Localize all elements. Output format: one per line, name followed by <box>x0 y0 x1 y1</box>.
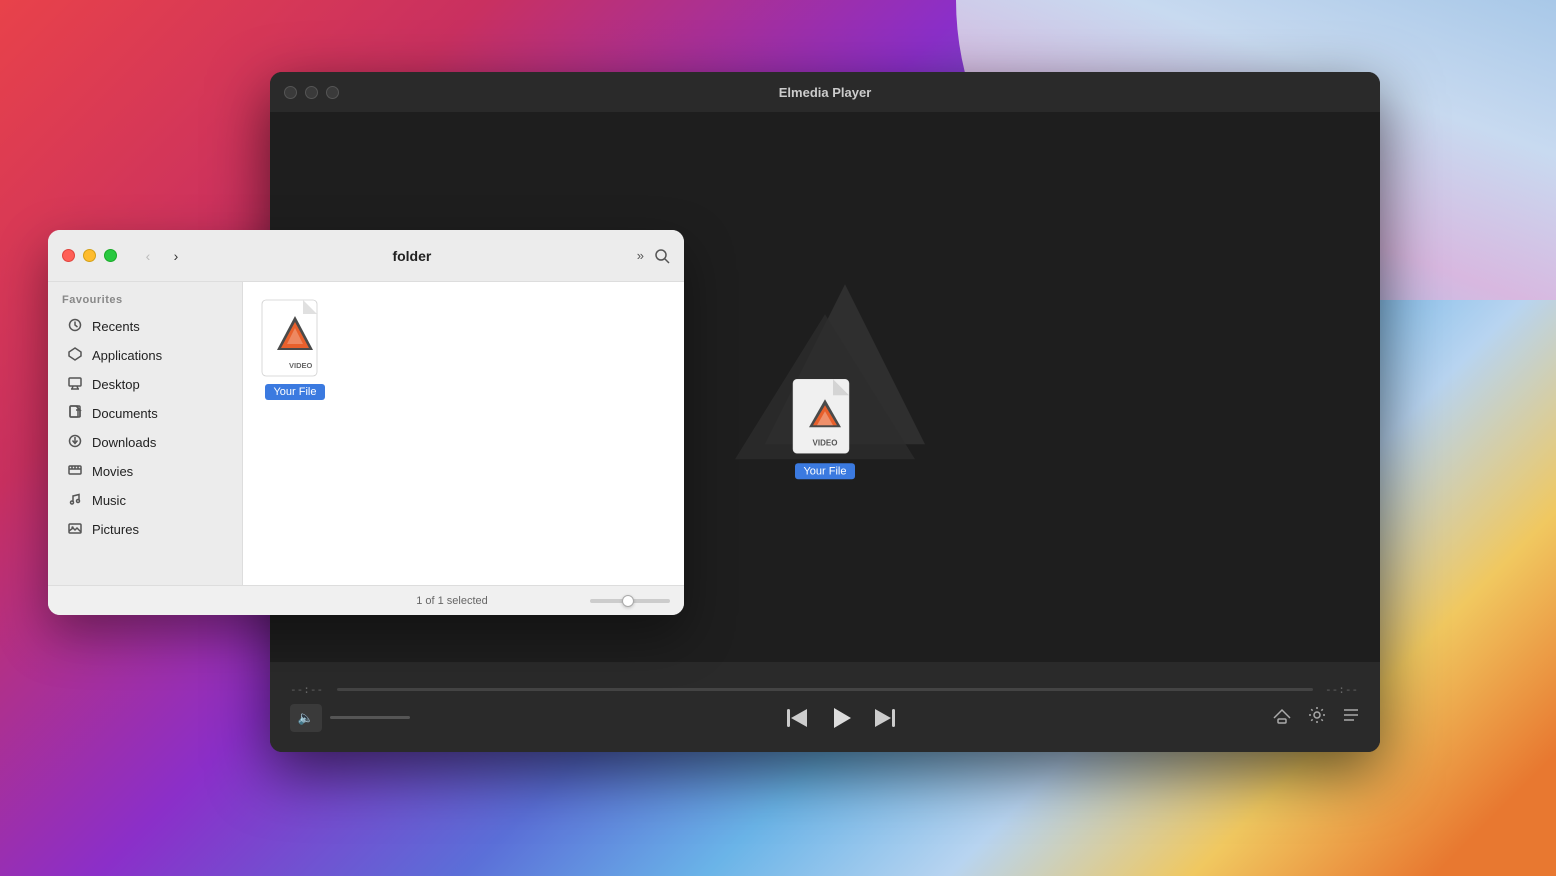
settings-button[interactable] <box>1308 706 1326 729</box>
airplay-button[interactable] <box>1272 706 1292 729</box>
volume-icon: 🔈 <box>298 710 314 726</box>
finder-main: VIDEO Your File <box>243 282 684 585</box>
music-icon <box>66 492 84 509</box>
next-icon <box>873 709 895 727</box>
svg-text:VIDEO: VIDEO <box>289 361 313 370</box>
svg-text:VIDEO: VIDEO <box>813 438 838 447</box>
time-start: --:-- <box>290 683 325 696</box>
progress-track[interactable] <box>337 688 1313 691</box>
finder-minimize-button[interactable] <box>83 249 96 262</box>
player-file-label: Your File <box>795 463 854 479</box>
size-slider[interactable] <box>590 599 670 603</box>
sidebar-item-label-pictures: Pictures <box>92 522 139 537</box>
player-titlebar: Elmedia Player <box>270 72 1380 112</box>
sidebar-section-favourites: Favourites <box>48 294 242 312</box>
right-controls <box>1272 706 1360 729</box>
pictures-icon <box>66 521 84 538</box>
player-title: Elmedia Player <box>779 85 872 100</box>
sidebar-item-downloads[interactable]: Downloads <box>52 428 238 457</box>
playlist-icon <box>1342 707 1360 723</box>
controls-row: 🔈 <box>290 704 1360 732</box>
player-controls: --:-- --:-- 🔈 <box>270 662 1380 752</box>
sidebar-item-pictures[interactable]: Pictures <box>52 515 238 544</box>
sidebar-item-label-applications: Applications <box>92 348 162 363</box>
next-button[interactable] <box>873 709 895 727</box>
forward-button[interactable]: › <box>165 245 187 267</box>
player-traffic-lights <box>284 86 339 99</box>
sidebar-item-documents[interactable]: Documents <box>52 399 238 428</box>
sidebar-item-movies[interactable]: Movies <box>52 457 238 486</box>
gear-icon <box>1308 706 1326 724</box>
file-label: Your File <box>265 384 324 400</box>
time-end: --:-- <box>1325 683 1360 696</box>
sidebar-item-label-recents: Recents <box>92 319 140 334</box>
sidebar-item-desktop[interactable]: Desktop <box>52 370 238 399</box>
prev-icon <box>787 709 809 727</box>
finder-path-title: folder <box>199 248 625 264</box>
file-item[interactable]: VIDEO Your File <box>259 298 331 400</box>
finder-statusbar: 1 of 1 selected <box>48 585 684 615</box>
sidebar-item-label-movies: Movies <box>92 464 133 479</box>
finder-maximize-button[interactable] <box>104 249 117 262</box>
player-file-icon: VIDEO <box>789 377 861 459</box>
finder-titlebar: ‹ › folder » <box>48 230 684 282</box>
sidebar-item-label-documents: Documents <box>92 406 158 421</box>
desktop-icon <box>66 376 84 393</box>
recents-icon <box>66 318 84 335</box>
sidebar-item-label-desktop: Desktop <box>92 377 140 392</box>
finder-body: Favourites Recents Applications <box>48 282 684 585</box>
finder-toolbar-right: » <box>637 248 670 264</box>
play-button[interactable] <box>829 706 853 730</box>
movies-icon <box>66 463 84 480</box>
finder-nav: ‹ › <box>137 245 187 267</box>
search-icon <box>654 248 670 264</box>
sidebar-item-applications[interactable]: Applications <box>52 341 238 370</box>
search-button[interactable] <box>654 248 670 264</box>
finder-traffic-lights <box>62 249 117 262</box>
sidebar-item-music[interactable]: Music <box>52 486 238 515</box>
sidebar-item-recents[interactable]: Recents <box>52 312 238 341</box>
documents-icon <box>66 405 84 422</box>
sidebar-item-label-music: Music <box>92 493 126 508</box>
applications-icon <box>66 347 84 364</box>
prev-button[interactable] <box>787 709 809 727</box>
volume-control: 🔈 <box>290 704 410 732</box>
file-doc-icon: VIDEO <box>259 298 331 380</box>
volume-track[interactable] <box>330 716 410 719</box>
finder-window: ‹ › folder » Favourites <box>48 230 684 615</box>
finder-file-grid: VIDEO Your File <box>259 298 668 569</box>
finder-sidebar: Favourites Recents Applications <box>48 282 243 585</box>
volume-button[interactable]: 🔈 <box>290 704 322 732</box>
player-maximize-button[interactable] <box>326 86 339 99</box>
slider-thumb <box>622 595 634 607</box>
downloads-icon <box>66 434 84 451</box>
back-button[interactable]: ‹ <box>137 245 159 267</box>
play-icon <box>829 706 853 730</box>
sidebar-item-label-downloads: Downloads <box>92 435 156 450</box>
player-close-button[interactable] <box>284 86 297 99</box>
progress-bar-container: --:-- --:-- <box>290 683 1360 696</box>
airplay-icon <box>1272 706 1292 724</box>
finder-close-button[interactable] <box>62 249 75 262</box>
main-controls <box>787 706 895 730</box>
status-text: 1 of 1 selected <box>326 595 578 607</box>
player-minimize-button[interactable] <box>305 86 318 99</box>
view-options-button[interactable]: » <box>637 248 644 263</box>
playlist-button[interactable] <box>1342 707 1360 728</box>
